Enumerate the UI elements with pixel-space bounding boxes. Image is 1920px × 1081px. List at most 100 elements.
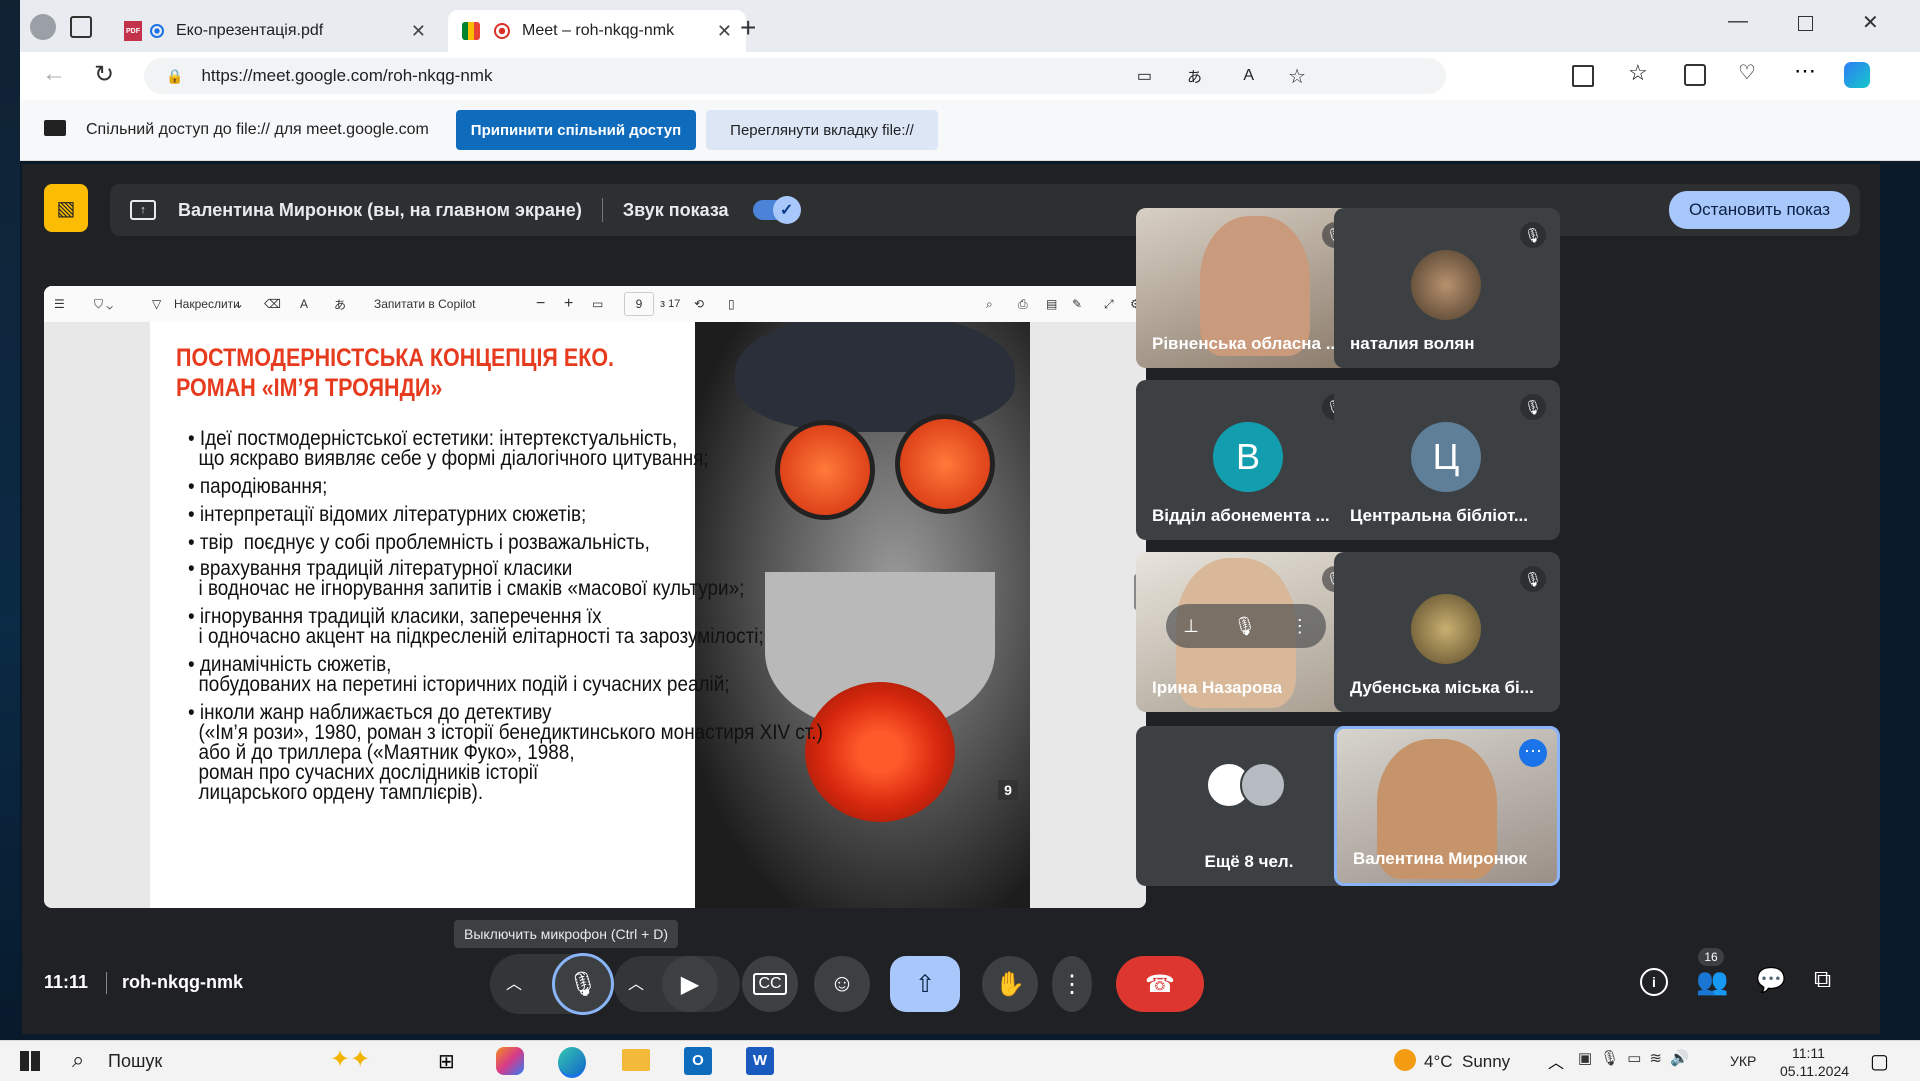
- maximize-icon[interactable]: [1798, 16, 1813, 31]
- copilot-taskbar-icon[interactable]: [496, 1047, 524, 1075]
- search-icon[interactable]: ⌕: [986, 297, 993, 312]
- participant-tile[interactable]: 🎙 Дубенська міська бі...: [1334, 552, 1560, 712]
- chat-icon[interactable]: 💬: [1756, 966, 1786, 995]
- read-aloud-icon[interactable]: A: [300, 297, 308, 311]
- back-icon[interactable]: ←: [42, 60, 66, 88]
- clock-date[interactable]: 05.11.2024: [1780, 1063, 1849, 1079]
- raise-hand-button[interactable]: ✋: [982, 956, 1038, 1012]
- contents-icon[interactable]: ☰: [54, 297, 65, 311]
- rotate-icon[interactable]: ⟲: [694, 297, 704, 311]
- draw-label[interactable]: Накреслити: [174, 297, 240, 311]
- mic-off-icon: 🎙: [1520, 394, 1546, 420]
- file-explorer-icon[interactable]: [622, 1049, 650, 1071]
- favorites-icon[interactable]: ☆: [1628, 60, 1648, 86]
- eraser-icon[interactable]: ⌫: [264, 297, 281, 311]
- edge-taskbar-icon[interactable]: [558, 1047, 586, 1078]
- print-icon[interactable]: ⎙: [1018, 297, 1028, 312]
- refresh-icon[interactable]: ↻: [94, 60, 114, 89]
- self-tile[interactable]: ⋯ Валентина Миронюк: [1334, 726, 1560, 886]
- chevron-up-icon[interactable]: ︿: [506, 970, 522, 994]
- more-menu-icon[interactable]: ⋯: [1794, 58, 1816, 84]
- notifications-icon[interactable]: ▢: [1870, 1049, 1889, 1074]
- taskbar-search-input[interactable]: Пошук: [108, 1051, 162, 1072]
- participant-tile[interactable]: 🎙 наталия волян: [1334, 208, 1560, 368]
- sound-toggle[interactable]: ✓: [752, 196, 801, 224]
- copilot-icon[interactable]: [1844, 62, 1870, 88]
- profile-icon[interactable]: [30, 14, 56, 40]
- draw-icon[interactable]: ▽: [152, 297, 161, 311]
- language-indicator[interactable]: УКР: [1730, 1053, 1756, 1069]
- close-tab-icon[interactable]: ✕: [717, 21, 732, 42]
- people-icon[interactable]: 👥: [1696, 966, 1728, 997]
- new-tab-icon[interactable]: +: [740, 12, 756, 44]
- hover-controls[interactable]: ⊥ 🎙 ⋮: [1166, 604, 1326, 648]
- tray-chevron-icon[interactable]: ︿: [1548, 1049, 1564, 1073]
- more-options-button[interactable]: ⋮: [1052, 956, 1092, 1012]
- mute-icon[interactable]: 🎙: [1233, 616, 1256, 637]
- info-icon[interactable]: i: [1640, 968, 1668, 996]
- translate-icon[interactable]: あ: [334, 296, 346, 313]
- participant-tile[interactable]: В 🎙 Відділ абонемента ...: [1136, 380, 1362, 540]
- word-icon[interactable]: W: [746, 1047, 774, 1075]
- chevron-up-icon[interactable]: ︿: [628, 970, 644, 994]
- page-number-input[interactable]: 9: [624, 292, 654, 316]
- camera-icon[interactable]: ▭: [1137, 66, 1152, 86]
- participant-tile[interactable]: 🎙 Рівненська обласна ...: [1136, 208, 1362, 368]
- meeting-code: roh-nkqg-nmk: [122, 972, 243, 992]
- divider: [601, 198, 603, 222]
- tab-meet[interactable]: Meet – roh-nkqg-nmk ✕: [448, 10, 746, 52]
- more-participants-tile[interactable]: Ещё 8 чел.: [1136, 726, 1362, 886]
- zoom-out-icon[interactable]: −: [536, 295, 545, 313]
- windows-start-icon[interactable]: [20, 1051, 40, 1071]
- more-options-icon[interactable]: ⋯: [1519, 739, 1547, 767]
- collections-icon[interactable]: [1684, 64, 1706, 86]
- captions-button[interactable]: CC: [742, 956, 798, 1012]
- tray-icons[interactable]: ▣🎙▭≋🔊: [1578, 1049, 1697, 1067]
- save-as-icon[interactable]: ✎: [1072, 297, 1082, 311]
- save-icon[interactable]: ▤: [1046, 297, 1057, 311]
- present-screen-icon: ↑: [130, 200, 156, 220]
- checkmark-icon: ✓: [772, 196, 801, 224]
- present-button[interactable]: ⇧: [890, 956, 960, 1012]
- favorite-star-icon[interactable]: ☆: [1288, 64, 1306, 89]
- zoom-in-icon[interactable]: +: [564, 295, 573, 313]
- close-tab-icon[interactable]: ✕: [411, 21, 426, 42]
- stop-present-square-icon[interactable]: ▧: [44, 184, 88, 232]
- task-view-icon[interactable]: ⊞: [438, 1049, 455, 1074]
- fit-page-icon[interactable]: ▭: [592, 297, 603, 311]
- outlook-icon[interactable]: O: [684, 1047, 712, 1075]
- participant-tile[interactable]: Ц 🎙 Центральна бібліот...: [1334, 380, 1560, 540]
- view-tab-button[interactable]: Переглянути вкладку file://: [706, 110, 938, 150]
- stop-sharing-button[interactable]: Припинити спільний доступ: [456, 110, 696, 150]
- search-icon[interactable]: ⌕: [72, 1047, 84, 1073]
- highlight-icon[interactable]: ⛉ ⌄: [94, 297, 113, 312]
- copilot-ask-label[interactable]: Запитати в Copilot: [374, 297, 476, 311]
- tab-pdf[interactable]: PDF Еко-презентація.pdf ✕: [110, 10, 440, 52]
- activities-icon[interactable]: ⧉: [1814, 966, 1831, 994]
- camera-button[interactable]: ▶: [662, 956, 718, 1012]
- translate-icon[interactable]: あ: [1187, 66, 1202, 87]
- health-icon[interactable]: ♡: [1738, 60, 1756, 85]
- fullscreen-icon[interactable]: ⤢: [1104, 297, 1114, 312]
- clock-time[interactable]: 11:11: [1792, 1045, 1825, 1061]
- more-options-icon[interactable]: ⋮: [1291, 616, 1309, 637]
- captions-icon: CC: [753, 973, 787, 995]
- mic-off-icon: 🎙: [1520, 566, 1546, 592]
- pin-icon[interactable]: ⊥: [1183, 616, 1199, 637]
- close-window-icon[interactable]: ✕: [1862, 10, 1879, 35]
- participant-tile[interactable]: ⊥ 🎙 ⋮ 🎙 Ірина Назарова: [1136, 552, 1362, 712]
- mic-button[interactable]: 🎙: [552, 953, 614, 1015]
- tab-actions-icon[interactable]: [70, 16, 92, 38]
- stop-presenting-button[interactable]: Остановить показ: [1668, 191, 1850, 229]
- address-bar[interactable]: 🔒 https://meet.google.com/roh-nkqg-nmk ▭…: [144, 58, 1446, 94]
- reactions-button[interactable]: ☺: [814, 956, 870, 1012]
- page-view-icon[interactable]: ▯: [728, 297, 735, 311]
- meet-window: ▧ ↑ Валентина Миронюк (вы, на главном эк…: [22, 164, 1880, 1034]
- sharing-text: Спільний доступ до file:// для meet.goog…: [86, 121, 429, 138]
- leave-call-button[interactable]: ☎: [1116, 956, 1204, 1012]
- weather-text[interactable]: 4°C Sunny: [1424, 1052, 1510, 1072]
- split-screen-icon[interactable]: [1572, 65, 1594, 87]
- minimize-icon[interactable]: —: [1728, 10, 1748, 33]
- chevron-down-icon[interactable]: ⌄: [234, 297, 244, 311]
- read-aloud-icon[interactable]: A: [1243, 67, 1254, 85]
